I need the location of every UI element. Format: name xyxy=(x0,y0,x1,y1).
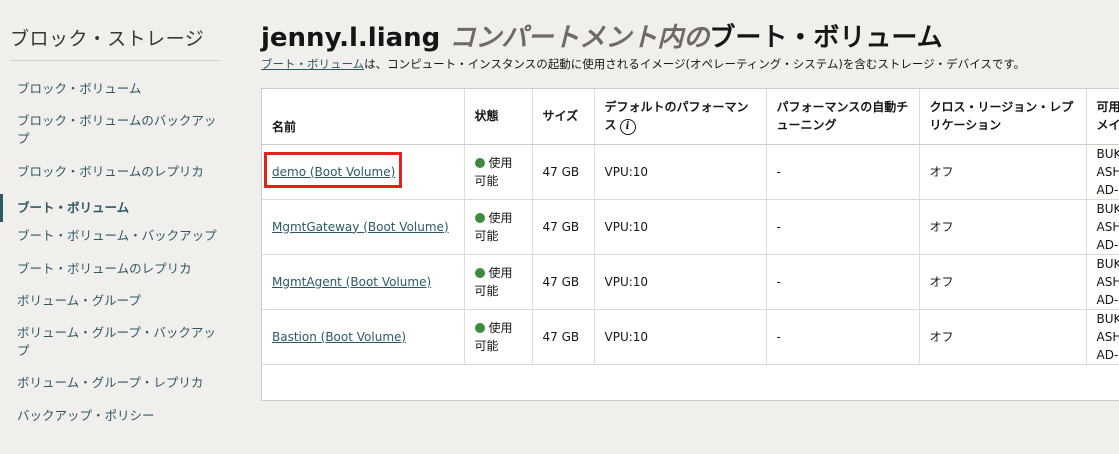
cell-replication: オフ xyxy=(919,144,1087,200)
cell-state: 使用可能 xyxy=(464,199,533,255)
cell-performance: VPU:10 xyxy=(594,144,767,200)
sidebar-title: ブロック・ストレージ xyxy=(10,28,205,50)
cell-name: MgmtAgent (Boot Volume) xyxy=(262,254,465,310)
cell-replication: オフ xyxy=(919,309,1087,365)
table-header-row: 名前 状態 サイズ デフォルトのパフォーマンス i パフォーマンスの自動チューニン… xyxy=(262,89,1119,145)
column-header-replication[interactable]: クロス・リージョン・レプリケーション xyxy=(919,89,1087,145)
table-row: demo (Boot Volume) 使用可能 47 GB VPU:10 - オ… xyxy=(262,144,1119,200)
cell-autotune: - xyxy=(766,144,920,200)
table-row: MgmtAgent (Boot Volume) 使用可能 47 GB VPU:1… xyxy=(262,254,1119,310)
column-header-autotune[interactable]: パフォーマンスの自動チューニング xyxy=(766,89,920,145)
table-row: MgmtGateway (Boot Volume) 使用可能 47 GB VPU… xyxy=(262,199,1119,255)
page-description: ブート・ボリュームは、コンピュート・インスタンスの起動に使用されるイメージ(オペ… xyxy=(261,56,1025,72)
sidebar-item-block-volume-replicas[interactable]: ブロック・ボリュームのレプリカ xyxy=(0,163,214,181)
boot-volume-link-mgmtagent[interactable]: MgmtAgent (Boot Volume) xyxy=(272,275,431,289)
cell-autotune: - xyxy=(766,309,920,365)
cell-size: 47 GB xyxy=(532,144,595,200)
sidebar: ブロック・ストレージ ブロック・ボリューム ブロック・ボリュームのバックアップ … xyxy=(0,0,230,454)
sidebar-divider xyxy=(10,60,220,61)
status-available-icon xyxy=(474,267,485,278)
cell-performance: VPU:10 xyxy=(594,309,767,365)
page-description-text: は、コンピュート・インスタンスの起動に使用されるイメージ(オペレーティング・シス… xyxy=(364,57,1026,71)
sidebar-item-volume-groups[interactable]: ボリューム・グループ xyxy=(0,292,151,310)
cell-size: 47 GB xyxy=(532,199,595,255)
cell-performance: VPU:10 xyxy=(594,199,767,255)
column-header-size[interactable]: サイズ xyxy=(532,89,595,145)
cell-state: 使用可能 xyxy=(464,254,533,310)
column-header-state[interactable]: 状態 xyxy=(464,89,533,145)
boot-volumes-table: 名前 状態 サイズ デフォルトのパフォーマンス i パフォーマンスの自動チューニン… xyxy=(261,88,1119,401)
table-row: Bastion (Boot Volume) 使用可能 47 GB VPU:10 … xyxy=(262,309,1119,365)
boot-volume-link-mgmtgateway[interactable]: MgmtGateway (Boot Volume) xyxy=(272,220,449,234)
cell-autotune: - xyxy=(766,254,920,310)
sidebar-item-block-volumes[interactable]: ブロック・ボリューム xyxy=(0,80,151,98)
column-header-availability-domain[interactable]: 可用性ドメイン xyxy=(1086,89,1119,145)
cell-size: 47 GB xyxy=(532,309,595,365)
cell-replication: オフ xyxy=(919,254,1087,310)
status-available-icon xyxy=(474,157,485,168)
sidebar-item-volume-group-replicas[interactable]: ボリューム・グループ・レプリカ xyxy=(0,374,213,392)
cell-performance: VPU:10 xyxy=(594,254,767,310)
page-title: jenny.l.liang コンパートメント内のブート・ボリューム xyxy=(261,17,943,54)
sidebar-item-boot-volume-backups[interactable]: ブート・ボリューム・バックアップ xyxy=(0,227,227,245)
cell-name: demo (Boot Volume) xyxy=(262,144,465,200)
info-icon[interactable]: i xyxy=(619,118,636,135)
cell-replication: オフ xyxy=(919,199,1087,255)
compartment-suffix: コンパートメント内の xyxy=(449,23,710,53)
column-header-performance[interactable]: デフォルトのパフォーマンス i xyxy=(594,89,767,145)
sidebar-item-volume-group-backups[interactable]: ボリューム・グループ・バックアップ xyxy=(0,324,230,360)
page-title-text: ブート・ボリューム xyxy=(709,23,943,53)
main-content: jenny.l.liang コンパートメント内のブート・ボリューム ブート・ボリ… xyxy=(261,0,1119,454)
cell-availability-domain: BUKY:US-ASHBURN-AD-1 xyxy=(1086,254,1119,310)
sidebar-item-block-volume-backups[interactable]: ブロック・ボリュームのバックアップ xyxy=(0,112,230,148)
column-header-name[interactable]: 名前 xyxy=(262,89,465,145)
cell-availability-domain: BUKY:US-ASHBURN-AD-1 xyxy=(1086,144,1119,200)
boot-volume-link-demo[interactable]: demo (Boot Volume) xyxy=(272,165,395,179)
cell-availability-domain: BUKY:US-ASHBURN-AD-1 xyxy=(1086,309,1119,365)
sidebar-item-backup-policies[interactable]: バックアップ・ポリシー xyxy=(0,407,165,425)
cell-state: 使用可能 xyxy=(464,144,533,200)
cell-autotune: - xyxy=(766,199,920,255)
status-available-icon xyxy=(474,212,485,223)
cell-name: MgmtGateway (Boot Volume) xyxy=(262,199,465,255)
cell-name: Bastion (Boot Volume) xyxy=(262,309,465,365)
sidebar-item-boot-volumes[interactable]: ブート・ボリューム xyxy=(0,194,139,222)
status-available-icon xyxy=(474,322,485,333)
boot-volume-link-bastion[interactable]: Bastion (Boot Volume) xyxy=(272,330,406,344)
compartment-name: jenny.l.liang xyxy=(261,23,441,53)
cell-availability-domain: BUKY:US-ASHBURN-AD-1 xyxy=(1086,199,1119,255)
boot-volume-doc-link[interactable]: ブート・ボリューム xyxy=(261,57,364,71)
sidebar-item-boot-volume-replicas[interactable]: ブート・ボリュームのレプリカ xyxy=(0,260,202,278)
cell-state: 使用可能 xyxy=(464,309,533,365)
cell-size: 47 GB xyxy=(532,254,595,310)
